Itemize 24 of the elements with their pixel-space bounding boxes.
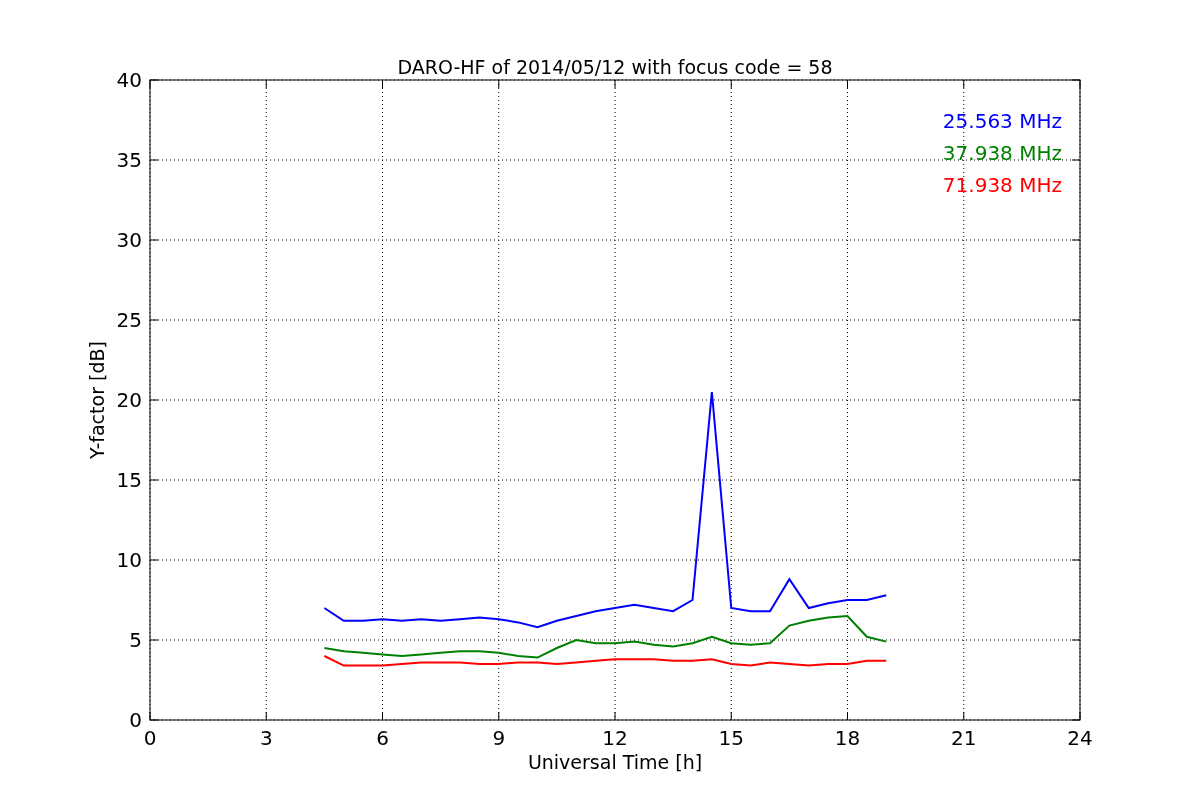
x-tick-label: 9 xyxy=(492,726,506,750)
y-tick-label: 25 xyxy=(116,308,142,332)
y-tick-label: 10 xyxy=(116,548,142,572)
x-tick-label: 6 xyxy=(376,726,389,750)
x-tick-label: 15 xyxy=(718,726,744,750)
y-tick-label: 5 xyxy=(129,628,142,652)
x-tick-label: 0 xyxy=(143,726,157,750)
legend-label: 71.938 MHz xyxy=(942,173,1062,197)
x-tick-label: 3 xyxy=(259,726,273,750)
legend-label: 37.938 MHz xyxy=(942,141,1062,165)
y-tick-label: 30 xyxy=(116,228,142,252)
y-tick-label: 40 xyxy=(116,68,142,92)
chart-title: DARO-HF of 2014/05/12 with focus code = 58 xyxy=(397,56,833,78)
legend-label: 25.563 MHz xyxy=(942,109,1062,133)
x-tick-label: 21 xyxy=(951,726,977,750)
y-tick-label: 15 xyxy=(116,468,142,492)
y-tick-label: 20 xyxy=(116,388,142,412)
y-tick-label: 0 xyxy=(129,708,142,732)
y-tick-label: 35 xyxy=(116,148,142,172)
x-tick-label: 24 xyxy=(1067,726,1093,750)
x-tick-label: 12 xyxy=(602,726,628,750)
x-tick-label: 18 xyxy=(834,726,861,750)
x-axis-title: Universal Time [h] xyxy=(527,751,703,773)
y-axis-title: Y-factor [dB] xyxy=(86,341,108,459)
